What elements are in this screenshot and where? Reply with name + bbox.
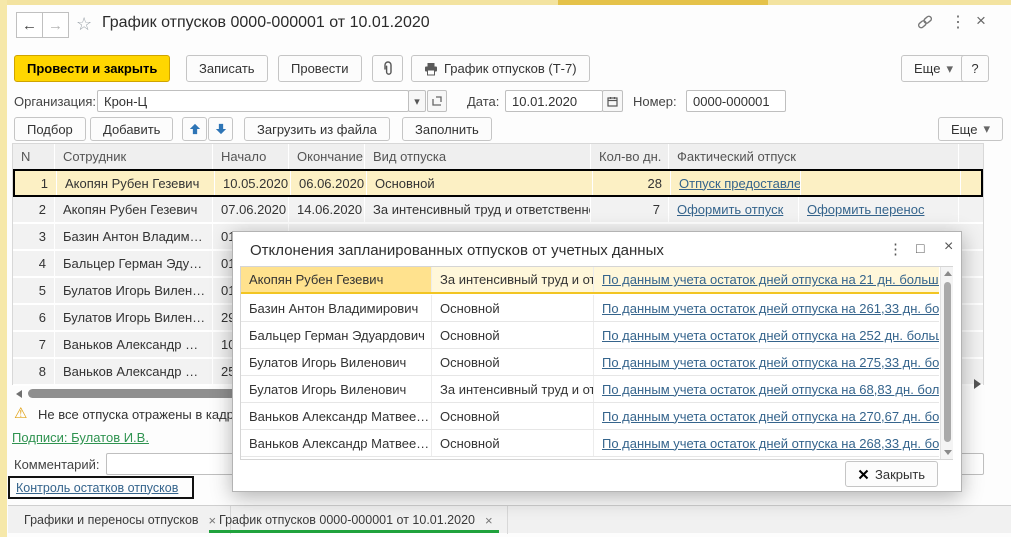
- print-schedule-button[interactable]: График отпусков (Т-7): [411, 55, 590, 82]
- deviation-detail-link[interactable]: По данным учета остаток дней отпуска на …: [602, 409, 939, 424]
- deviation-detail-link[interactable]: По данным учета остаток дней отпуска на …: [602, 436, 939, 451]
- organization-open-button[interactable]: [427, 90, 447, 112]
- dialog-scroll-thumb[interactable]: [944, 282, 951, 442]
- arrow-down-icon: [215, 123, 227, 135]
- tab-close-icon[interactable]: ×: [485, 513, 493, 528]
- open-icon: [432, 96, 442, 106]
- add-button[interactable]: Добавить: [90, 117, 173, 141]
- hscroll-right-arrow[interactable]: [974, 379, 981, 389]
- dialog-close-button[interactable]: Закрыть: [845, 461, 938, 487]
- calendar-icon: [607, 96, 618, 107]
- page-title: График отпусков 0000-000001 от 10.01.202…: [102, 14, 430, 32]
- chevron-down-icon: ▾: [946, 61, 953, 77]
- move-up-button[interactable]: [182, 117, 207, 141]
- forward-icon: →: [48, 17, 63, 34]
- dialog-close-icon[interactable]: ×: [944, 238, 953, 256]
- warning-text: Не все отпуска отражены в кадро: [38, 407, 241, 422]
- tab-current-schedule[interactable]: График отпусков 0000-000001 от 10.01.202…: [205, 506, 508, 534]
- make-vacation-link[interactable]: Оформить отпуск: [677, 202, 783, 217]
- table-row-selected[interactable]: 1 Акопян Рубен Гезевич 10.05.2020 06.06.…: [13, 169, 983, 197]
- dialog-row[interactable]: Базин Антон Владимирович Основной По дан…: [241, 295, 939, 322]
- paperclip-icon: [381, 61, 395, 76]
- arrow-up-icon: [189, 123, 201, 135]
- post-button[interactable]: Провести: [278, 55, 362, 82]
- fact-vacation-link[interactable]: Отпуск предоставле…: [679, 176, 801, 191]
- fill-button[interactable]: Заполнить: [402, 117, 492, 141]
- dialog-row[interactable]: Ваньков Александр Матвее… Основной По да…: [241, 403, 939, 430]
- column-header-end: Окончание: [289, 144, 365, 169]
- chevron-down-icon: ▾: [414, 95, 420, 108]
- dialog-scrollbar[interactable]: [940, 267, 953, 459]
- scroll-up-arrow[interactable]: [944, 271, 952, 276]
- scroll-down-arrow[interactable]: [944, 450, 952, 455]
- dialog-maximize-icon[interactable]: □: [916, 240, 924, 256]
- pick-button[interactable]: Подбор: [14, 117, 86, 141]
- signatures-link[interactable]: Подписи: Булатов И.В.: [12, 430, 149, 445]
- deviation-detail-link[interactable]: По данным учета остаток дней отпуска на …: [602, 382, 939, 397]
- warning-icon: ⚠: [14, 404, 27, 422]
- app-window: ← → ☆ График отпусков 0000-000001 от 10.…: [0, 0, 1011, 537]
- tab-schedules-list[interactable]: Графики и переносы отпусков ×: [10, 506, 231, 534]
- toolbar-more-button[interactable]: Еще▾: [901, 55, 966, 82]
- column-header-n: N: [13, 144, 55, 169]
- vacation-balance-control-link[interactable]: Контроль остатков отпусков: [16, 481, 178, 495]
- close-x-icon: [858, 469, 869, 480]
- open-windows-tabbar: Графики и переносы отпусков × График отп…: [8, 505, 1011, 533]
- printer-icon: [424, 62, 438, 76]
- organization-label: Организация:: [14, 94, 96, 109]
- back-button[interactable]: ←: [16, 12, 43, 38]
- load-from-file-button[interactable]: Загрузить из файла: [244, 117, 390, 141]
- window-left-border: [0, 0, 7, 537]
- deviation-detail-link[interactable]: По данным учета остаток дней отпуска на …: [602, 328, 939, 343]
- vacation-balance-control[interactable]: Контроль остатков отпусков: [8, 476, 194, 499]
- deviations-dialog: Отклонения запланированных отпусков от у…: [232, 231, 962, 492]
- column-header-type: Вид отпуска: [365, 144, 591, 169]
- window-close-icon[interactable]: ×: [976, 11, 986, 31]
- table-header: N Сотрудник Начало Окончание Вид отпуска…: [13, 144, 983, 169]
- deviation-detail-link[interactable]: По данным учета остаток дней отпуска на …: [602, 301, 939, 316]
- move-down-button[interactable]: [208, 117, 233, 141]
- post-and-close-button[interactable]: Провести и закрыть: [14, 55, 170, 82]
- dialog-row-selected[interactable]: Акопян Рубен Гезевич За интенсивный труд…: [241, 267, 939, 294]
- more-menu-icon[interactable]: ⋮: [950, 12, 966, 32]
- organization-input[interactable]: [97, 90, 409, 112]
- back-icon: ←: [22, 17, 37, 34]
- table-more-button[interactable]: Еще▾: [938, 117, 1003, 141]
- attachments-button[interactable]: [372, 55, 403, 82]
- number-input[interactable]: [686, 90, 786, 112]
- column-header-days: Кол-во дн.: [591, 144, 669, 169]
- deviation-detail-link[interactable]: По данным учета остаток дней отпуска на …: [602, 355, 939, 370]
- dialog-title: Отклонения запланированных отпусков от у…: [250, 242, 664, 259]
- dialog-row[interactable]: Ваньков Александр Матвее… Основной По да…: [241, 430, 939, 457]
- organization-dropdown-button[interactable]: ▾: [408, 90, 426, 112]
- comment-label: Комментарий:: [14, 457, 100, 472]
- active-tab-indicator: [209, 530, 499, 533]
- table-row[interactable]: 2 Акопян Рубен Гезевич 07.06.2020 14.06.…: [13, 197, 983, 224]
- deviations-table: Акопян Рубен Гезевич За интенсивный труд…: [240, 266, 953, 460]
- dialog-more-icon[interactable]: ⋮: [888, 240, 903, 258]
- column-header-start: Начало: [213, 144, 289, 169]
- make-transfer-link[interactable]: Оформить перенос: [807, 202, 924, 217]
- get-link-icon[interactable]: [916, 14, 934, 30]
- date-label: Дата:: [467, 94, 499, 109]
- write-button[interactable]: Записать: [186, 55, 268, 82]
- window-top-border: [0, 0, 1011, 5]
- column-header-fact: Фактический отпуск: [669, 144, 959, 169]
- hscroll-left-arrow[interactable]: [16, 390, 22, 398]
- chevron-down-icon: ▾: [983, 121, 990, 137]
- window-top-border-accent: [558, 0, 768, 5]
- dialog-row[interactable]: Бальцер Герман Эдуардович Основной По да…: [241, 322, 939, 349]
- date-calendar-button[interactable]: [602, 90, 623, 112]
- dialog-row[interactable]: Булатов Игорь Виленович За интенсивный т…: [241, 376, 939, 403]
- deviation-detail-link[interactable]: По данным учета остаток дней отпуска на …: [602, 272, 939, 287]
- dialog-row[interactable]: Булатов Игорь Виленович Основной По данн…: [241, 349, 939, 376]
- number-label: Номер:: [633, 94, 677, 109]
- date-input[interactable]: [505, 90, 603, 112]
- help-button[interactable]: ?: [961, 55, 989, 82]
- column-header-employee: Сотрудник: [55, 144, 213, 169]
- forward-button[interactable]: →: [42, 12, 69, 38]
- favorite-star-icon[interactable]: ☆: [76, 14, 92, 35]
